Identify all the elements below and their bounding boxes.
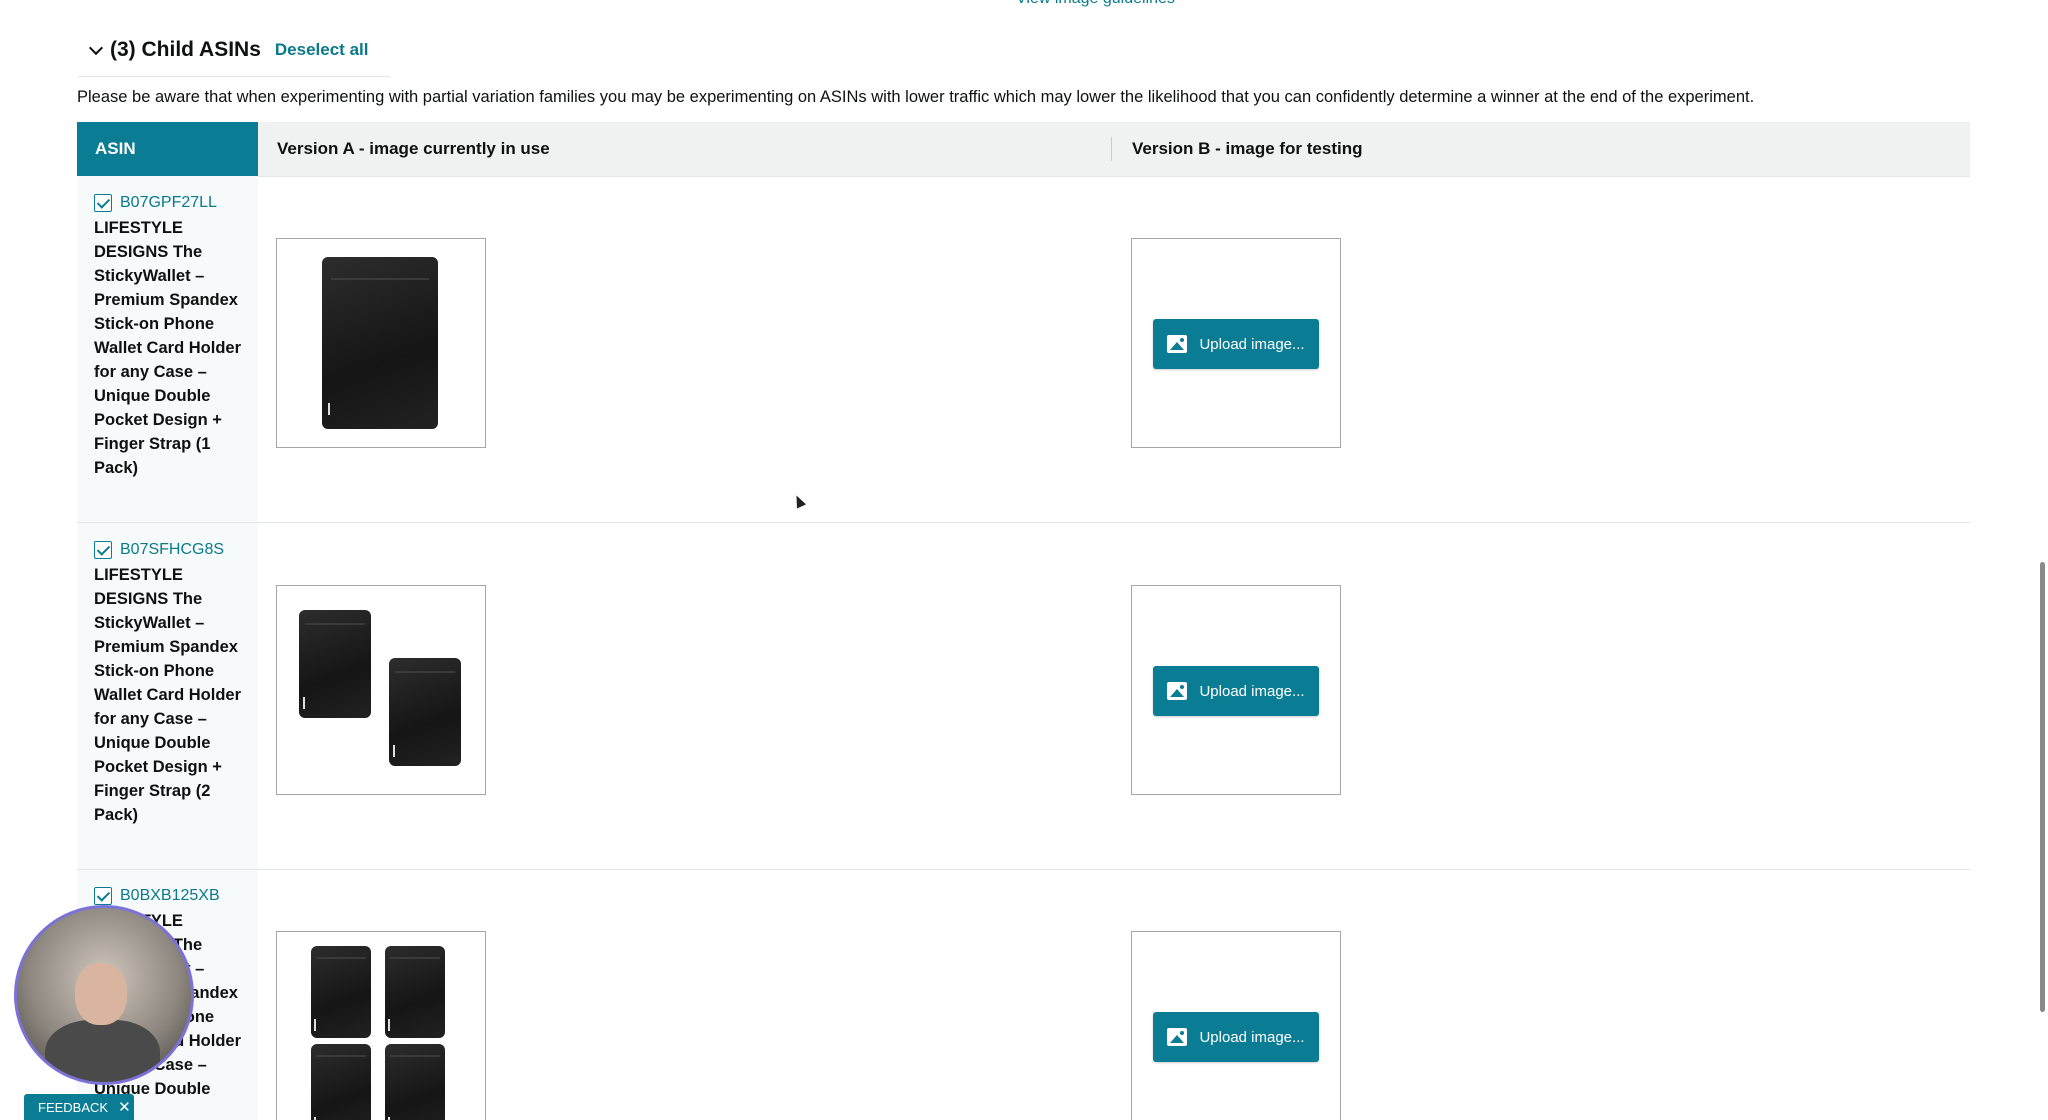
page: View image guidelines (3) Child ASINs De… <box>0 0 2048 1120</box>
version-b-image-slot: Upload image... <box>1131 238 1341 448</box>
version-a-image <box>276 238 486 448</box>
image-guidelines-link[interactable]: View image guidelines <box>1016 0 1175 8</box>
table-row: B07SFHCG8S LIFESTYLE DESIGNS The StickyW… <box>77 523 1970 870</box>
asin-checkbox[interactable] <box>94 541 112 559</box>
column-header-asin: ASIN <box>77 122 258 176</box>
product-wallet-image <box>311 946 371 1038</box>
upload-image-button[interactable]: Upload image... <box>1153 666 1319 716</box>
image-icon <box>1167 1028 1188 1046</box>
product-wallet-image <box>299 610 371 718</box>
close-icon[interactable]: ✕ <box>118 1098 131 1116</box>
upload-image-button[interactable]: Upload image... <box>1153 319 1319 369</box>
product-wallet-image <box>389 658 461 766</box>
asin-cell: B07SFHCG8S LIFESTYLE DESIGNS The StickyW… <box>94 541 244 827</box>
column-divider <box>1111 137 1112 161</box>
table-row: B0BXB125XB LIFESTYLE DESIGNS The StickyW… <box>77 869 1970 1120</box>
product-wallet-image <box>322 257 438 429</box>
asin-link[interactable]: B0BXB125XB <box>120 887 220 905</box>
child-asins-header: (3) Child ASINs Deselect all <box>90 38 368 62</box>
product-title: LIFESTYLE DESIGNS The StickyWallet – Pre… <box>94 566 241 824</box>
partial-variation-notice: Please be aware that when experimenting … <box>77 88 1755 106</box>
asin-link[interactable]: B07SFHCG8S <box>120 541 224 559</box>
asin-checkbox[interactable] <box>94 194 112 212</box>
version-a-image <box>276 931 486 1120</box>
product-wallet-image <box>385 946 445 1038</box>
deselect-all-link[interactable]: Deselect all <box>275 40 369 60</box>
product-title: LIFESTYLE DESIGNS The StickyWallet – Pre… <box>94 219 241 477</box>
asin-cell: B07GPF27LL LIFESTYLE DESIGNS The StickyW… <box>94 194 244 480</box>
upload-image-label: Upload image... <box>1199 1028 1305 1046</box>
image-icon <box>1167 335 1188 353</box>
asin-checkbox[interactable] <box>94 887 112 905</box>
upload-image-label: Upload image... <box>1199 682 1305 700</box>
divider <box>78 76 390 77</box>
version-b-image-slot: Upload image... <box>1131 931 1341 1120</box>
column-header-version-a: Version A - image currently in use <box>277 139 550 158</box>
upload-image-label: Upload image... <box>1199 335 1305 353</box>
table-row: B07GPF27LL LIFESTYLE DESIGNS The StickyW… <box>77 176 1970 523</box>
version-a-image <box>276 585 486 795</box>
feedback-label: FEEDBACK <box>38 1099 109 1115</box>
image-icon <box>1167 682 1188 700</box>
chevron-down-icon[interactable] <box>90 44 102 56</box>
feedback-button[interactable]: FEEDBACK ✕ <box>24 1094 134 1120</box>
upload-image-button[interactable]: Upload image... <box>1153 1012 1319 1062</box>
product-wallet-image <box>385 1044 445 1120</box>
webcam-avatar <box>14 905 194 1085</box>
product-wallet-image <box>311 1044 371 1120</box>
section-title[interactable]: (3) Child ASINs <box>110 38 261 62</box>
column-header-version-b: Version B - image for testing <box>1132 139 1363 158</box>
asin-link[interactable]: B07GPF27LL <box>120 194 217 212</box>
table-header: ASIN Version A - image currently in use … <box>77 122 1970 177</box>
version-b-image-slot: Upload image... <box>1131 585 1341 795</box>
scrollbar[interactable] <box>2040 562 2045 1012</box>
